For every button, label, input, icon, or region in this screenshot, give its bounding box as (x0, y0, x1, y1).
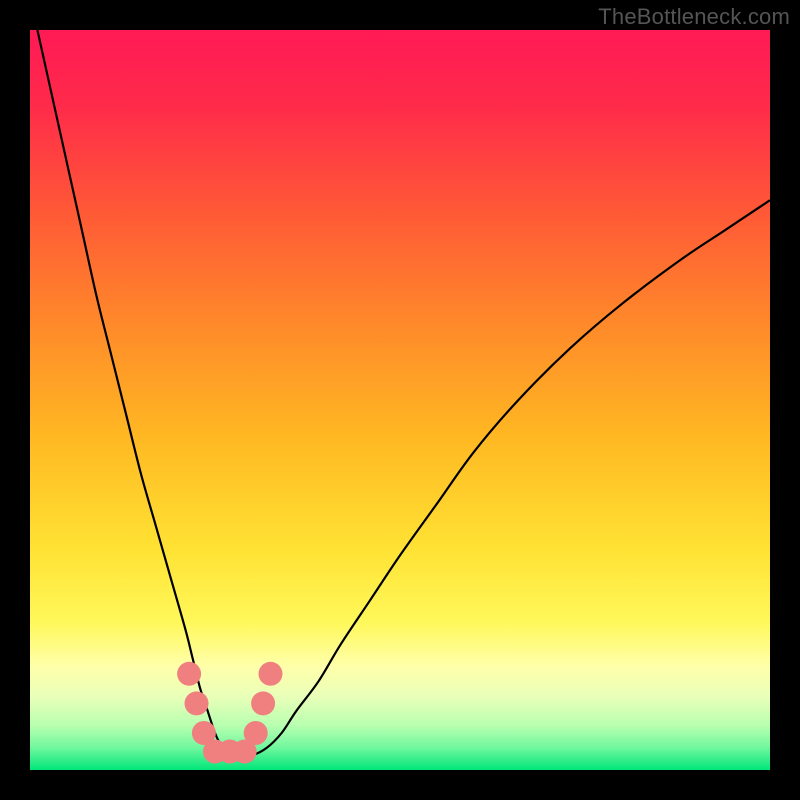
chart-svg (30, 30, 770, 770)
marker-dot (259, 662, 283, 686)
gradient-background (30, 30, 770, 770)
watermark-text: TheBottleneck.com (598, 4, 790, 30)
marker-dot (251, 691, 275, 715)
plot-area (30, 30, 770, 770)
chart-frame: TheBottleneck.com (0, 0, 800, 800)
marker-dot (177, 662, 201, 686)
marker-dot (185, 691, 209, 715)
marker-dot (244, 721, 268, 745)
